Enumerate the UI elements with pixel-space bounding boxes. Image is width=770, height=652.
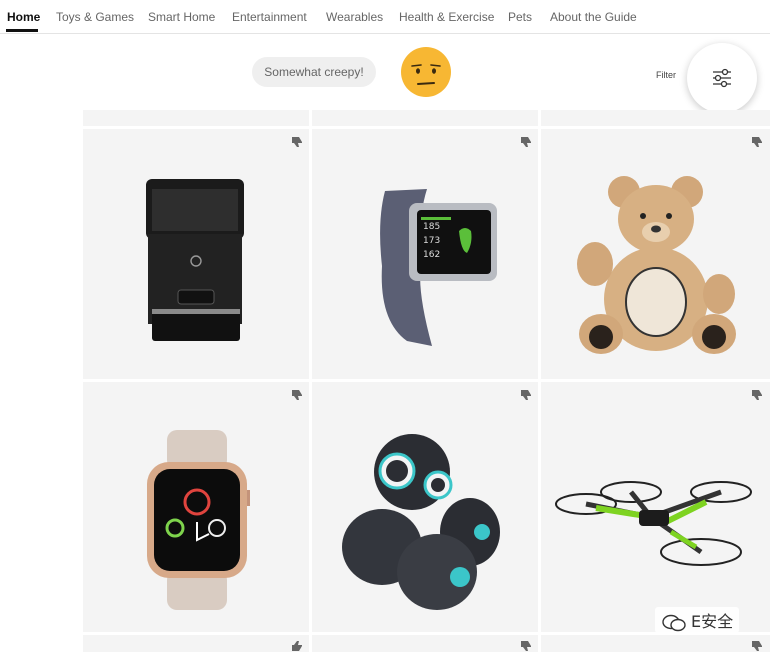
product-card-apple-watch[interactable] bbox=[83, 382, 309, 632]
product-card-pet-feeder[interactable] bbox=[83, 129, 309, 379]
worried-face-icon bbox=[401, 47, 451, 97]
filter-label: Filter bbox=[656, 70, 676, 80]
apple-watch-image bbox=[147, 430, 250, 610]
nav-home[interactable]: Home bbox=[7, 10, 40, 24]
watermark-text: E安全 bbox=[691, 612, 734, 631]
nav-toys-games[interactable]: Toys & Games bbox=[56, 10, 134, 24]
nav-health-exercise[interactable]: Health & Exercise bbox=[399, 10, 494, 24]
product-grid: 185 173 162 bbox=[83, 110, 770, 652]
product-card-partial[interactable] bbox=[312, 110, 538, 126]
thumbs-down-icon[interactable] bbox=[751, 389, 763, 401]
top-nav: Home Toys & Games Smart Home Entertainme… bbox=[0, 0, 770, 34]
camera-drone-image bbox=[555, 481, 752, 566]
product-card-fitness-smartwatch[interactable]: 185 173 162 bbox=[312, 129, 538, 379]
toy-robot-image bbox=[342, 434, 500, 610]
svg-text:173: 173 bbox=[423, 236, 440, 246]
nav-smart-home[interactable]: Smart Home bbox=[148, 10, 215, 24]
product-card-partial[interactable] bbox=[541, 635, 770, 652]
teddy-bear-image bbox=[577, 176, 736, 354]
thumbs-down-icon[interactable] bbox=[520, 136, 532, 148]
product-card-camera-drone[interactable] bbox=[541, 382, 770, 632]
nav-entertainment[interactable]: Entertainment bbox=[232, 10, 307, 24]
creepiness-rating-bubble: Somewhat creepy! bbox=[252, 57, 376, 87]
product-card-toy-robot[interactable] bbox=[312, 382, 538, 632]
svg-text:185: 185 bbox=[423, 222, 440, 232]
product-card-teddy-bear[interactable] bbox=[541, 129, 770, 379]
svg-text:162: 162 bbox=[423, 250, 440, 260]
thumbs-down-icon[interactable] bbox=[291, 389, 303, 401]
product-card-partial[interactable] bbox=[541, 110, 770, 126]
thumbs-down-icon[interactable] bbox=[291, 136, 303, 148]
product-card-partial[interactable] bbox=[83, 110, 309, 126]
thumbs-down-icon[interactable] bbox=[751, 136, 763, 148]
nav-wearables[interactable]: Wearables bbox=[326, 10, 383, 24]
product-card-partial[interactable] bbox=[312, 635, 538, 652]
filter-button[interactable] bbox=[687, 43, 757, 113]
thumbs-down-icon[interactable] bbox=[520, 640, 532, 652]
pet-feeder-image bbox=[146, 179, 244, 341]
active-tab-indicator bbox=[6, 29, 38, 32]
nav-about-guide[interactable]: About the Guide bbox=[550, 10, 637, 24]
sliders-icon bbox=[713, 68, 731, 88]
bubble-tail bbox=[366, 76, 376, 84]
thumbs-down-icon[interactable] bbox=[520, 389, 532, 401]
product-card-partial[interactable] bbox=[83, 635, 309, 652]
watermark: E安全 bbox=[655, 607, 740, 633]
wechat-logo-icon bbox=[662, 614, 686, 631]
nav-pets[interactable]: Pets bbox=[508, 10, 532, 24]
thumbs-up-icon[interactable] bbox=[291, 640, 303, 652]
thumbs-down-icon[interactable] bbox=[751, 640, 763, 652]
fitness-smartwatch-image: 185 173 162 bbox=[380, 189, 497, 346]
